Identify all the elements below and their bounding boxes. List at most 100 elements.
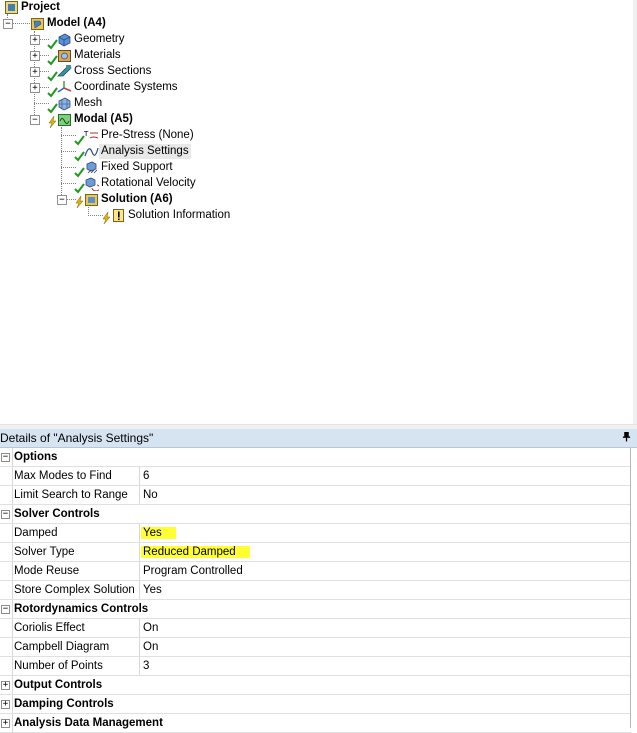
collapse-modal-icon[interactable]: − [30, 115, 40, 125]
tree-node-solution[interactable]: Solution (A6) [84, 191, 175, 207]
details-property-row[interactable]: Campbell Diagram On [0, 638, 631, 657]
property-value[interactable]: 6 [139, 467, 631, 485]
row-gutter: − [0, 448, 10, 466]
analysis-settings-icon [84, 147, 99, 156]
expand-materials-icon[interactable]: + [30, 51, 40, 61]
value-text: On [143, 622, 159, 634]
pre-stress-icon: T [84, 130, 99, 138]
tree-node-model[interactable]: Model (A4) [30, 15, 108, 31]
property-value[interactable]: Yes [139, 581, 631, 599]
details-panel: Details of "Analysis Settings" − Options M… [0, 429, 637, 733]
tree-node-fixed-support[interactable]: Fixed Support [84, 159, 175, 175]
property-label: Number of Points [12, 657, 139, 675]
details-property-row[interactable]: Max Modes to Find 6 [0, 467, 631, 486]
group-label: Damping Controls [12, 695, 614, 713]
tree-node-modal[interactable]: Modal (A5) [57, 111, 135, 127]
value-text: On [143, 641, 159, 653]
value-text: Program Controlled [143, 565, 243, 577]
tree-label-pre-stress: Pre-Stress (None) [101, 128, 194, 141]
property-label: Mode Reuse [12, 562, 139, 580]
tree-node-materials[interactable]: Materials [57, 47, 123, 63]
row-gutter: − [0, 600, 10, 618]
details-property-row[interactable]: Limit Search to Range No [0, 486, 631, 505]
collapse-group-icon[interactable]: − [1, 453, 10, 462]
details-group-row[interactable]: − Rotordynamics Controls [0, 600, 631, 619]
property-value[interactable]: No [139, 486, 631, 504]
details-property-row[interactable]: Mode Reuse Program Controlled [0, 562, 631, 581]
details-property-row[interactable]: Coriolis Effect On [0, 619, 631, 638]
collapse-model-icon[interactable]: − [3, 19, 13, 29]
details-group-row[interactable]: + Output Controls [0, 676, 631, 695]
solution-information-icon [113, 208, 124, 222]
row-gutter [0, 467, 9, 485]
expand-cross-sections-icon[interactable]: + [30, 67, 40, 77]
tree-node-solution-information[interactable]: Solution Information [111, 207, 232, 223]
row-gutter: + [0, 695, 10, 713]
collapse-group-icon[interactable]: − [1, 510, 10, 519]
details-title: Details of "Analysis Settings" [0, 431, 154, 445]
property-value[interactable]: Reduced Damped [139, 543, 631, 561]
row-gutter: + [0, 714, 10, 732]
row-gutter [0, 657, 9, 675]
grid-right-border [630, 448, 631, 728]
details-group-row[interactable]: + Analysis Data Management [0, 714, 631, 733]
geometry-icon [58, 33, 71, 46]
details-property-row[interactable]: Solver Type Reduced Damped [0, 543, 631, 562]
tree-label-project: Project [21, 0, 60, 13]
value-text: 6 [143, 470, 150, 482]
expand-group-icon[interactable]: + [1, 719, 10, 728]
expand-coordinate-systems-icon[interactable]: + [30, 83, 40, 93]
property-label: Coriolis Effect [12, 619, 139, 637]
group-label: Output Controls [12, 676, 614, 694]
tree-node-cross-sections[interactable]: Cross Sections [57, 63, 153, 79]
details-property-row[interactable]: Number of Points 3 [0, 657, 631, 676]
property-value[interactable]: On [139, 638, 631, 656]
property-label: Damped [12, 524, 139, 542]
tree-node-geometry[interactable]: Geometry [57, 31, 127, 47]
details-group-row[interactable]: + Damping Controls [0, 695, 631, 714]
property-label: Store Complex Solution [12, 581, 139, 599]
tree-node-mesh[interactable]: Mesh [57, 95, 104, 111]
row-gutter [0, 619, 9, 637]
details-group-row[interactable]: − Solver Controls [0, 505, 631, 524]
value-text: Yes [143, 584, 162, 596]
tree-label-rotational-velocity: Rotational Velocity [101, 176, 196, 189]
details-grid: − Options Max Modes to Find 6 Limit Search t… [0, 448, 631, 733]
details-header: Details of "Analysis Settings" [0, 429, 637, 448]
property-label: Solver Type [12, 543, 139, 561]
group-label: Options [12, 448, 614, 466]
property-value[interactable]: Yes [139, 524, 631, 542]
tree-label-model: Model (A4) [47, 16, 106, 29]
property-value[interactable]: Program Controlled [139, 562, 631, 580]
tree-node-project[interactable]: Project [4, 0, 62, 15]
property-label: Campbell Diagram [12, 638, 139, 656]
modal-icon [58, 113, 71, 126]
tree-node-coordinate-systems[interactable]: Coordinate Systems [57, 79, 180, 95]
tree-node-pre-stress[interactable]: T Pre-Stress (None) [84, 127, 196, 143]
row-gutter [0, 524, 9, 542]
details-group-row[interactable]: − Options [0, 448, 631, 467]
group-label: Solver Controls [12, 505, 614, 523]
collapse-solution-icon[interactable]: − [57, 195, 67, 205]
row-gutter: − [0, 505, 10, 523]
details-property-row[interactable]: Store Complex Solution Yes [0, 581, 631, 600]
property-value[interactable]: 3 [139, 657, 631, 675]
property-label: Limit Search to Range [12, 486, 139, 504]
svg-text:T: T [84, 130, 89, 138]
expand-group-icon[interactable]: + [1, 700, 10, 709]
coordinate-systems-icon [57, 80, 72, 93]
tree-scrollbar[interactable] [633, 0, 637, 424]
tree-label-coordinate-systems: Coordinate Systems [74, 80, 178, 93]
tree-node-analysis-settings[interactable]: Analysis Settings [84, 143, 191, 159]
row-gutter [0, 486, 9, 504]
details-property-row[interactable]: Damped Yes [0, 524, 631, 543]
property-label: Max Modes to Find [12, 467, 139, 485]
property-value[interactable]: On [139, 619, 631, 637]
tree-node-rotational-velocity[interactable]: Rotational Velocity [84, 175, 198, 191]
group-label: Analysis Data Management [12, 714, 614, 732]
group-label: Rotordynamics Controls [12, 600, 614, 618]
pin-icon[interactable] [622, 431, 631, 445]
expand-group-icon[interactable]: + [1, 681, 10, 690]
collapse-group-icon[interactable]: − [1, 605, 10, 614]
expand-geometry-icon[interactable]: + [30, 35, 40, 45]
